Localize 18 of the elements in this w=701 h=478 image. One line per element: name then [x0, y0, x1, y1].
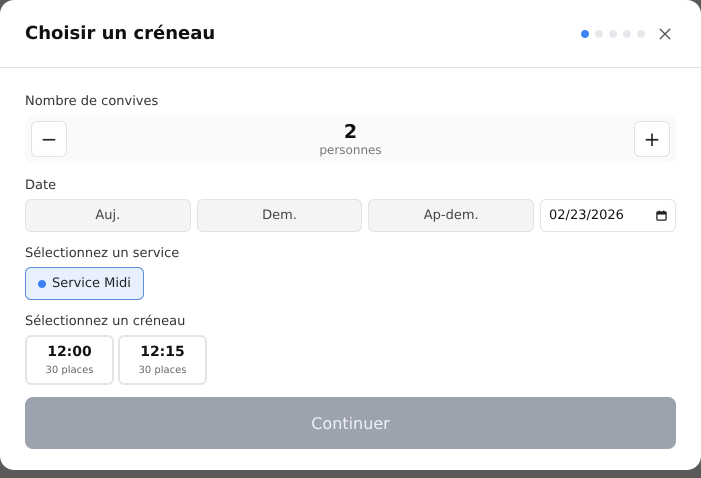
decrease-button[interactable]: − — [31, 121, 67, 157]
increase-button[interactable]: + — [634, 121, 670, 157]
date-input-field[interactable]: 02/23/2026 — [540, 199, 676, 232]
calendar-icon[interactable] — [656, 210, 668, 221]
date-option-button[interactable]: Dem. — [196, 199, 362, 232]
time-slot-button[interactable]: 12:15 30 places — [118, 335, 207, 385]
date-option-button[interactable]: Ap-dem. — [368, 199, 534, 232]
field-label: Sélectionnez un créneau — [25, 314, 186, 329]
dialog-title: Choisir un créneau — [25, 23, 216, 44]
field-label: Date — [25, 178, 58, 193]
guest-count: 2 — [344, 121, 358, 143]
guest-unit: personnes — [319, 143, 382, 157]
time-slot-button[interactable]: 12:00 30 places — [25, 335, 114, 385]
date-option-button[interactable]: Auj. — [25, 199, 191, 232]
service-option-button[interactable]: Service Midi — [25, 267, 144, 300]
close-icon[interactable] — [659, 28, 671, 40]
field-label: Sélectionnez un service — [25, 246, 180, 261]
field-label: Nombre de convives — [25, 94, 160, 109]
